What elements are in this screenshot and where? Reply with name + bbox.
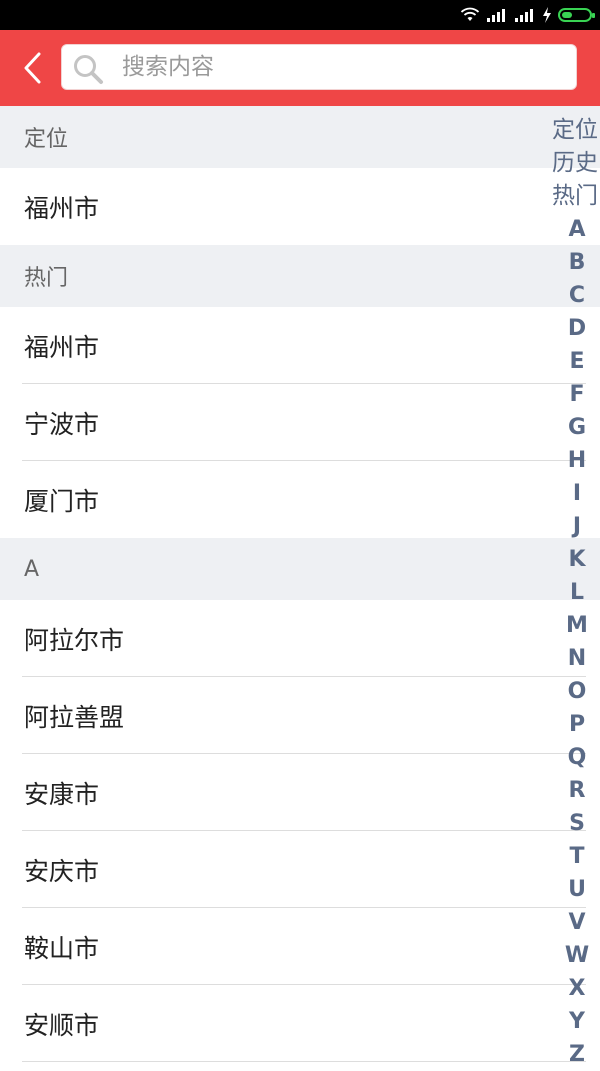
battery-level <box>562 12 572 18</box>
section-header-a: A <box>0 538 600 600</box>
city-item[interactable]: 阿拉尔市 <box>0 600 600 677</box>
index-letter-a[interactable]: A <box>564 213 585 246</box>
section-header-location: 定位 <box>0 106 600 168</box>
chevron-left-icon <box>24 52 41 84</box>
index-letter-q[interactable]: Q <box>564 741 587 774</box>
index-location[interactable]: 定位 <box>552 114 598 147</box>
index-hot[interactable]: 热门 <box>552 180 598 213</box>
alphabet-index-bar[interactable]: 定位 历史 热门 ABCDEFGHIJKLMNOPQRSTUVWXYZ <box>550 114 600 1071</box>
index-letter-x[interactable]: X <box>565 972 586 1005</box>
index-letter-t[interactable]: T <box>565 840 584 873</box>
index-letter-p[interactable]: P <box>565 708 585 741</box>
index-letter-z[interactable]: Z <box>565 1038 585 1071</box>
city-list[interactable]: 定位 福州市 热门 福州市 宁波市 厦门市 A 阿拉尔市 阿拉善盟 安康市 安庆… <box>0 106 600 1067</box>
index-letter-d[interactable]: D <box>564 312 586 345</box>
index-letter-i[interactable]: I <box>569 477 581 510</box>
index-letter-s[interactable]: S <box>565 807 585 840</box>
city-item[interactable]: 福州市 <box>0 307 600 384</box>
section-header-hot: 热门 <box>0 245 600 307</box>
index-letter-c[interactable]: C <box>565 279 585 312</box>
city-item[interactable]: 安顺市 <box>0 985 600 1062</box>
index-letter-e[interactable]: E <box>565 345 584 378</box>
search-icon <box>74 55 103 84</box>
index-history[interactable]: 历史 <box>552 147 598 180</box>
charging-icon <box>543 7 551 23</box>
signal-icon <box>515 9 533 22</box>
city-item[interactable]: 安康市 <box>0 754 600 831</box>
index-letter-l[interactable]: L <box>566 576 584 609</box>
index-letter-g[interactable]: G <box>564 411 586 444</box>
index-letter-h[interactable]: H <box>564 444 586 477</box>
city-item[interactable]: 宁波市 <box>0 384 600 461</box>
index-letter-b[interactable]: B <box>565 246 586 279</box>
index-letter-y[interactable]: Y <box>565 1005 585 1038</box>
battery-icon <box>558 8 595 22</box>
back-button[interactable] <box>12 46 52 90</box>
index-letter-n[interactable]: N <box>564 642 586 675</box>
city-item[interactable]: 安庆市 <box>0 831 600 908</box>
index-letter-k[interactable]: K <box>564 543 585 576</box>
status-icons <box>460 5 595 25</box>
index-letter-w[interactable]: W <box>561 939 589 972</box>
city-item[interactable]: 福州市 <box>0 168 600 245</box>
top-bar <box>0 30 600 106</box>
wifi-icon <box>460 7 480 21</box>
index-letter-o[interactable]: O <box>564 675 587 708</box>
index-letter-u[interactable]: U <box>564 873 586 906</box>
city-item[interactable]: 阿拉善盟 <box>0 677 600 754</box>
status-bar <box>0 0 600 30</box>
signal-icon <box>487 9 505 22</box>
index-letter-v[interactable]: V <box>564 906 585 939</box>
index-letter-f[interactable]: F <box>565 378 584 411</box>
search-input[interactable] <box>122 45 562 89</box>
index-letter-r[interactable]: R <box>565 774 586 807</box>
index-letter-m[interactable]: M <box>562 609 588 642</box>
index-letter-j[interactable]: J <box>569 510 581 543</box>
city-item[interactable]: 鞍山市 <box>0 908 600 985</box>
search-bar[interactable] <box>61 44 577 90</box>
city-item[interactable]: 厦门市 <box>0 461 600 538</box>
